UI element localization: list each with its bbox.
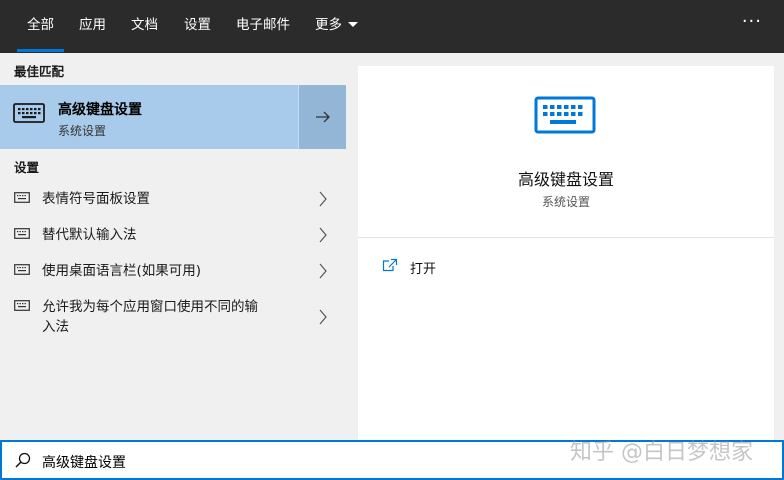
tab-settings[interactable]: 设置 — [184, 0, 211, 53]
tab-more[interactable]: 更多 — [315, 0, 358, 53]
keyboard-icon — [13, 103, 45, 127]
list-item-label: 表情符号面板设置 — [42, 191, 150, 207]
results-panel: 最佳匹配 高级键盘设置 系统设置 设置 表情符号面板设置 替代默认输入法 使用桌… — [0, 53, 346, 440]
tab-documents[interactable]: 文档 — [131, 0, 158, 53]
chevron-right-icon — [319, 263, 327, 279]
open-action-label: 打开 — [410, 262, 437, 277]
best-match-subtitle: 系统设置 — [58, 124, 107, 138]
keyboard-icon — [14, 300, 30, 311]
open-icon — [382, 258, 398, 272]
preview-subtitle: 系统设置 — [541, 195, 590, 209]
list-item[interactable]: 表情符号面板设置 — [0, 187, 346, 217]
list-item-label-continued: 入法 — [42, 319, 69, 335]
chevron-right-icon — [319, 309, 327, 325]
filter-tab-bar: 全部 应用 文档 设置 电子邮件 更多 ··· — [0, 0, 784, 53]
chevron-right-icon — [319, 227, 327, 243]
watermark: 知乎 @白日梦想家 — [570, 440, 753, 465]
more-options-button[interactable]: ··· — [742, 12, 762, 32]
chevron-down-icon — [348, 21, 358, 27]
list-item-label: 使用桌面语言栏(如果可用) — [42, 263, 202, 279]
list-item-label: 允许我为每个应用窗口使用不同的输 — [42, 299, 258, 315]
divider — [358, 237, 774, 238]
chevron-right-icon — [319, 191, 327, 207]
keyboard-icon — [14, 264, 30, 275]
keyboard-icon — [14, 228, 30, 239]
settings-header: 设置 — [14, 160, 40, 175]
tab-apps[interactable]: 应用 — [79, 0, 106, 53]
best-match-result[interactable]: 高级键盘设置 系统设置 — [0, 85, 346, 149]
tab-all[interactable]: 全部 — [17, 0, 64, 53]
list-item[interactable]: 使用桌面语言栏(如果可用) — [0, 259, 346, 289]
search-input[interactable]: 高级键盘设置 — [42, 452, 126, 472]
list-item[interactable]: 允许我为每个应用窗口使用不同的输 入法 — [0, 295, 346, 341]
arrow-right-icon — [316, 111, 330, 123]
keyboard-icon — [14, 192, 30, 203]
preview-title: 高级键盘设置 — [517, 170, 614, 189]
preview-panel: 高级键盘设置 系统设置 打开 — [358, 66, 774, 440]
open-details-button[interactable] — [298, 85, 346, 149]
search-icon — [15, 452, 31, 468]
tab-email[interactable]: 电子邮件 — [236, 0, 290, 53]
keyboard-icon — [534, 96, 596, 134]
best-match-title: 高级键盘设置 — [58, 102, 142, 118]
list-item-label: 替代默认输入法 — [42, 227, 137, 243]
best-match-header: 最佳匹配 — [14, 64, 65, 79]
tab-more-label: 更多 — [315, 17, 342, 33]
list-item[interactable]: 替代默认输入法 — [0, 223, 346, 253]
